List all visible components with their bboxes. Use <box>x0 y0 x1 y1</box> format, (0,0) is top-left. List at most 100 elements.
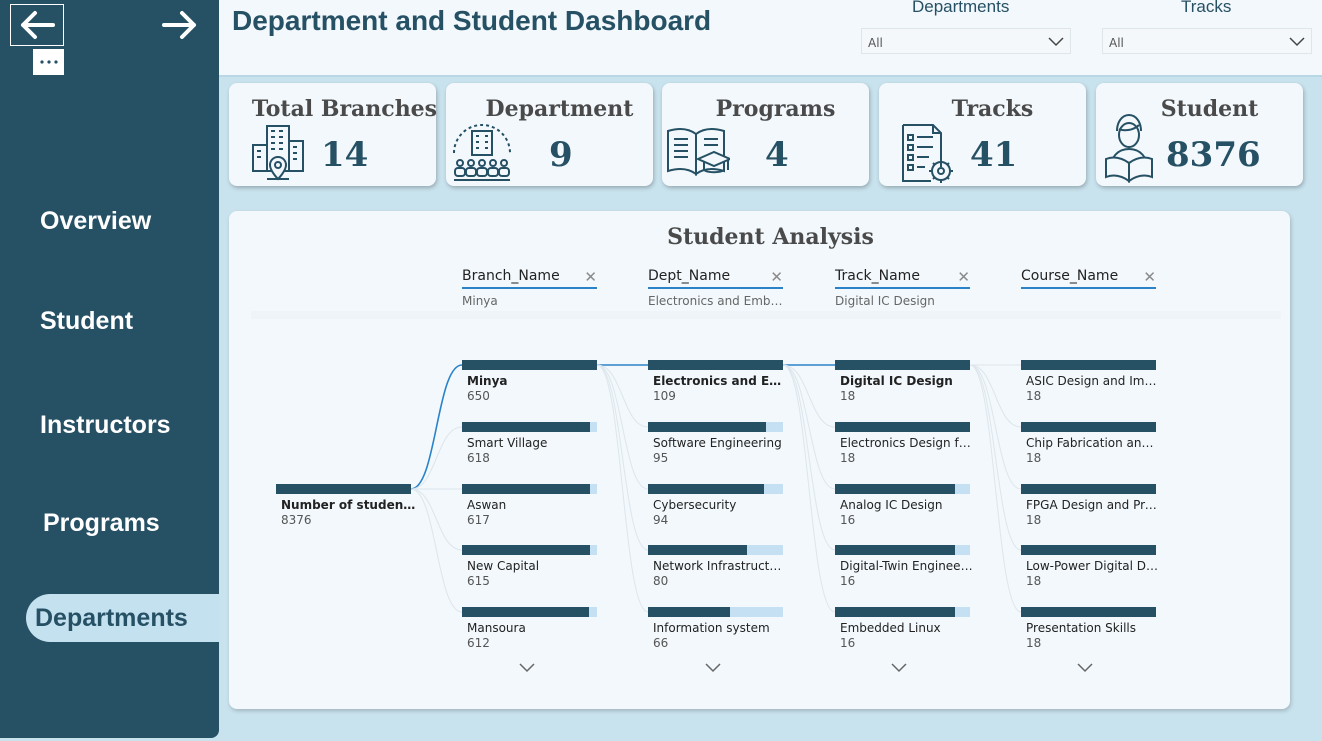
node-bar-track <box>835 422 970 432</box>
tree-node[interactable]: Cybersecurity 94 <box>648 484 783 527</box>
kpi-value: 41 <box>970 135 1018 175</box>
node-bar-fill <box>835 545 955 555</box>
level-selection: Electronics and Embed… <box>648 294 784 308</box>
node-bar-track <box>1021 422 1156 432</box>
chevron-down-icon[interactable] <box>1077 663 1093 673</box>
book-graduation-cap-icon <box>667 128 730 176</box>
tree-node[interactable]: ASIC Design and Imple… 18 <box>1021 360 1161 403</box>
level-header-branch[interactable]: Branch_Name ✕ <box>462 268 597 289</box>
tree-node[interactable]: Electronics Design for I… 18 <box>835 422 975 465</box>
building-location-icon <box>252 125 304 181</box>
tree-node[interactable]: Digital IC Design 18 <box>835 360 970 403</box>
checklist-gear-icon <box>902 124 953 183</box>
chevron-down-icon[interactable] <box>705 663 721 673</box>
nav-overview[interactable]: Overview <box>40 207 151 236</box>
kpi-value: 14 <box>321 135 369 175</box>
node-label: Digital-Twin Engineering <box>840 559 975 573</box>
tree-node[interactable]: Digital-Twin Engineering 16 <box>835 545 975 588</box>
node-label: Digital IC Design <box>840 374 953 388</box>
node-label: Analog IC Design <box>840 498 943 512</box>
node-bar-track <box>462 360 597 370</box>
tracks-filter-select[interactable]: All <box>1102 28 1312 54</box>
tree-node[interactable]: Network Infrastructure… 80 <box>648 545 788 588</box>
page-title: Department and Student Dashboard <box>232 5 712 36</box>
tree-node[interactable]: Software Engineering 95 <box>648 422 783 465</box>
level-header-course[interactable]: Course_Name ✕ <box>1021 268 1156 289</box>
link-curve <box>596 364 649 613</box>
link-curve <box>969 364 1022 551</box>
tree-node[interactable]: Minya 650 <box>462 360 597 403</box>
back-button[interactable] <box>10 4 64 46</box>
node-label: Chip Fabrication and … <box>1026 436 1161 450</box>
chevron-down-icon[interactable] <box>519 663 535 673</box>
node-value: 95 <box>653 451 669 465</box>
tree-node[interactable]: New Capital 615 <box>462 545 597 588</box>
close-icon[interactable]: ✕ <box>770 268 783 286</box>
node-bar-track <box>462 422 597 432</box>
node-label: Mansoura <box>467 621 526 635</box>
node-label: Embedded Linux <box>840 621 941 635</box>
more-dots-icon <box>39 60 58 64</box>
node-bar-fill <box>835 607 955 617</box>
node-label: Low-Power Digital Des… <box>1026 559 1161 573</box>
level-header-track[interactable]: Track_Name ✕ <box>835 268 970 289</box>
node-bar-fill <box>648 360 783 370</box>
level-header-label: Dept_Name <box>648 268 731 284</box>
tree-node[interactable]: Presentation Skills 18 <box>1021 607 1156 650</box>
header-strip <box>251 311 1281 319</box>
link-curve <box>782 364 836 613</box>
tree-node[interactable]: Low-Power Digital Des… 18 <box>1021 545 1161 588</box>
tree-node[interactable]: Mansoura 612 <box>462 607 597 650</box>
node-bar-track <box>648 484 783 494</box>
departments-filter-select[interactable]: All <box>861 28 1071 54</box>
tree-node[interactable]: Analog IC Design 16 <box>835 484 970 527</box>
node-bar-fill <box>462 484 591 494</box>
nav-instructors[interactable]: Instructors <box>40 411 171 440</box>
level-header-label: Branch_Name <box>462 268 560 284</box>
more-options-button[interactable] <box>33 49 64 75</box>
panel-title: Student Analysis <box>667 224 874 250</box>
node-bar-track <box>462 545 597 555</box>
tree-node[interactable]: FPGA Design and Prot… 18 <box>1021 484 1161 527</box>
tree-node[interactable]: Aswan 617 <box>462 484 597 527</box>
node-bar-track <box>462 484 597 494</box>
tree-node[interactable]: Information system 66 <box>648 607 783 650</box>
chevron-down-icon[interactable] <box>891 663 907 673</box>
tracks-filter-label: Tracks <box>1181 0 1232 16</box>
node-value: 18 <box>1026 451 1042 465</box>
nav-departments[interactable]: Departments <box>26 594 220 642</box>
node-value: 18 <box>1026 513 1042 527</box>
node-bar-fill <box>648 607 730 617</box>
tree-node[interactable]: Embedded Linux 16 <box>835 607 970 650</box>
node-label: Aswan <box>467 498 507 512</box>
kpi-tracks: Tracks 41 <box>879 83 1086 186</box>
node-label: Information system <box>653 621 770 635</box>
link-curve <box>410 488 463 551</box>
tracks-filter-value: All <box>1109 36 1124 50</box>
node-bar-track <box>1021 545 1156 555</box>
node-bar-fill <box>1021 484 1156 494</box>
tree-node[interactable]: Chip Fabrication and … 18 <box>1021 422 1161 465</box>
link-curve <box>782 364 836 428</box>
tree-node[interactable]: Smart Village 618 <box>462 422 597 465</box>
node-bar-track <box>835 545 970 555</box>
tree-root-node[interactable]: Number of students 8376 <box>276 484 416 527</box>
node-value: 109 <box>653 389 676 403</box>
link-curve <box>969 364 1022 613</box>
level-selection: Minya <box>462 294 498 308</box>
nav-student[interactable]: Student <box>40 307 133 336</box>
node-bar-track <box>835 484 970 494</box>
close-icon[interactable]: ✕ <box>957 268 970 286</box>
close-icon[interactable]: ✕ <box>1143 268 1156 286</box>
kpi-value: 8376 <box>1166 135 1261 175</box>
node-value: 8376 <box>281 513 312 527</box>
node-bar-fill <box>1021 545 1156 555</box>
tree-node[interactable]: Electronics and Emb… 109 <box>648 360 788 403</box>
node-bar-track <box>276 484 411 494</box>
level-header-dept[interactable]: Dept_Name ✕ <box>648 268 783 289</box>
nav-programs[interactable]: Programs <box>43 509 160 538</box>
close-icon[interactable]: ✕ <box>584 268 597 286</box>
kpi-title: Tracks <box>951 96 1034 122</box>
kpi-department: Department 9 <box>446 83 653 186</box>
forward-button[interactable] <box>158 4 202 46</box>
